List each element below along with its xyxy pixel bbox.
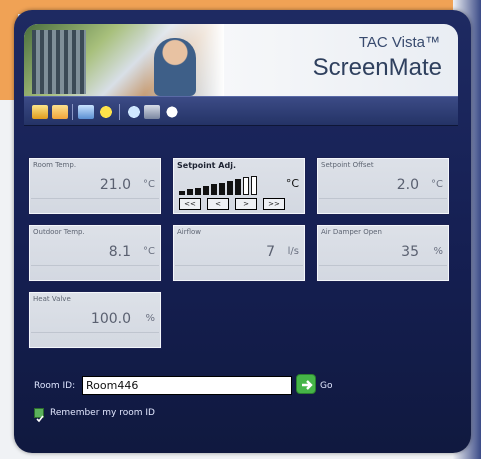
brand-subtitle: TAC Vista™ xyxy=(358,34,440,51)
tile-divider xyxy=(31,198,159,199)
setpoint-level-bar xyxy=(195,187,201,195)
tile-label: Setpoint Offset xyxy=(321,161,374,169)
toolbar-separator xyxy=(119,104,120,120)
increase-fast-button[interactable]: >> xyxy=(263,198,285,210)
screenmate-panel: TAC Vista™ ScreenMate Room Temp. 21.0 °C… xyxy=(14,10,471,453)
building-image xyxy=(32,30,86,94)
tile-unit: °C xyxy=(143,179,155,190)
room-id-input[interactable]: Room446 xyxy=(82,376,292,395)
tile-value: 2.0 xyxy=(396,177,419,193)
tile-divider xyxy=(31,332,159,333)
tile-divider xyxy=(319,265,447,266)
tile-label: Heat Valve xyxy=(33,295,71,303)
heat-valve-tile: Heat Valve 100.0 % xyxy=(28,291,162,349)
increase-button[interactable]: > xyxy=(235,198,257,210)
go-button[interactable] xyxy=(296,374,316,394)
setpoint-offset-tile: Setpoint Offset 2.0 °C xyxy=(316,157,450,215)
person-image xyxy=(154,38,196,96)
folder-icon[interactable] xyxy=(52,105,68,119)
setpoint-label: Setpoint Adj. xyxy=(177,161,236,170)
outdoor-temp-tile: Outdoor Temp. 8.1 °C xyxy=(28,224,162,282)
setpoint-level-bar xyxy=(251,175,257,195)
tile-label: Air Damper Open xyxy=(321,228,382,236)
setpoint-level-bar xyxy=(179,191,185,195)
tile-divider xyxy=(175,265,303,266)
tile-label: Room Temp. xyxy=(33,161,77,169)
room-temp-tile: Room Temp. 21.0 °C xyxy=(28,157,162,215)
setpoint-level-bar xyxy=(243,177,249,195)
tile-unit: % xyxy=(433,246,443,257)
wrench-icon[interactable] xyxy=(144,105,160,119)
airflow-tile: Airflow 7 l/s xyxy=(172,224,306,282)
tile-label: Airflow xyxy=(177,228,202,236)
decrease-button[interactable]: < xyxy=(207,198,229,210)
tile-value: 7 xyxy=(266,244,275,260)
tile-value: 35 xyxy=(401,244,419,260)
room-id-label: Room ID: xyxy=(34,381,76,391)
tile-value: 100.0 xyxy=(90,311,131,327)
header-photo xyxy=(24,24,224,96)
go-label: Go xyxy=(320,381,333,391)
setpoint-level-bar xyxy=(203,185,209,195)
decrease-fast-button[interactable]: << xyxy=(179,198,201,210)
brand-title: ScreenMate xyxy=(312,54,442,81)
setpoint-buttons: << < > >> xyxy=(179,198,285,210)
star-icon[interactable] xyxy=(98,105,114,119)
tile-unit: °C xyxy=(143,246,155,257)
remember-checkbox[interactable] xyxy=(34,408,44,423)
setpoint-level-bar xyxy=(219,182,225,195)
tile-label: Outdoor Temp. xyxy=(33,228,85,236)
list-icon[interactable] xyxy=(78,105,94,119)
info-icon[interactable] xyxy=(164,105,180,119)
app-header: TAC Vista™ ScreenMate xyxy=(24,24,458,96)
tile-value: 8.1 xyxy=(108,244,131,260)
toolbar-separator xyxy=(72,104,73,120)
tile-unit: % xyxy=(145,313,155,324)
setpoint-level-bar xyxy=(187,189,193,195)
enter-icon[interactable] xyxy=(32,105,48,119)
tile-value: 21.0 xyxy=(99,177,131,193)
remember-label: Remember my room ID xyxy=(50,408,155,418)
setpoint-level-bar xyxy=(227,180,233,195)
arrow-right-icon xyxy=(302,380,313,390)
setpoint-level-bar xyxy=(235,179,241,195)
tile-unit: l/s xyxy=(287,246,299,257)
setpoint-level-bars xyxy=(179,175,271,195)
setpoint-adj-tile: Setpoint Adj. °C << < > >> xyxy=(172,157,306,215)
air-damper-tile: Air Damper Open 35 % xyxy=(316,224,450,282)
tile-unit: °C xyxy=(431,179,443,190)
help-icon[interactable] xyxy=(126,105,142,119)
checkmark-icon xyxy=(36,415,44,423)
tile-divider xyxy=(319,198,447,199)
toolbar xyxy=(24,96,458,126)
setpoint-level-bar xyxy=(211,184,217,195)
tile-unit: °C xyxy=(285,177,299,190)
tile-divider xyxy=(31,265,159,266)
